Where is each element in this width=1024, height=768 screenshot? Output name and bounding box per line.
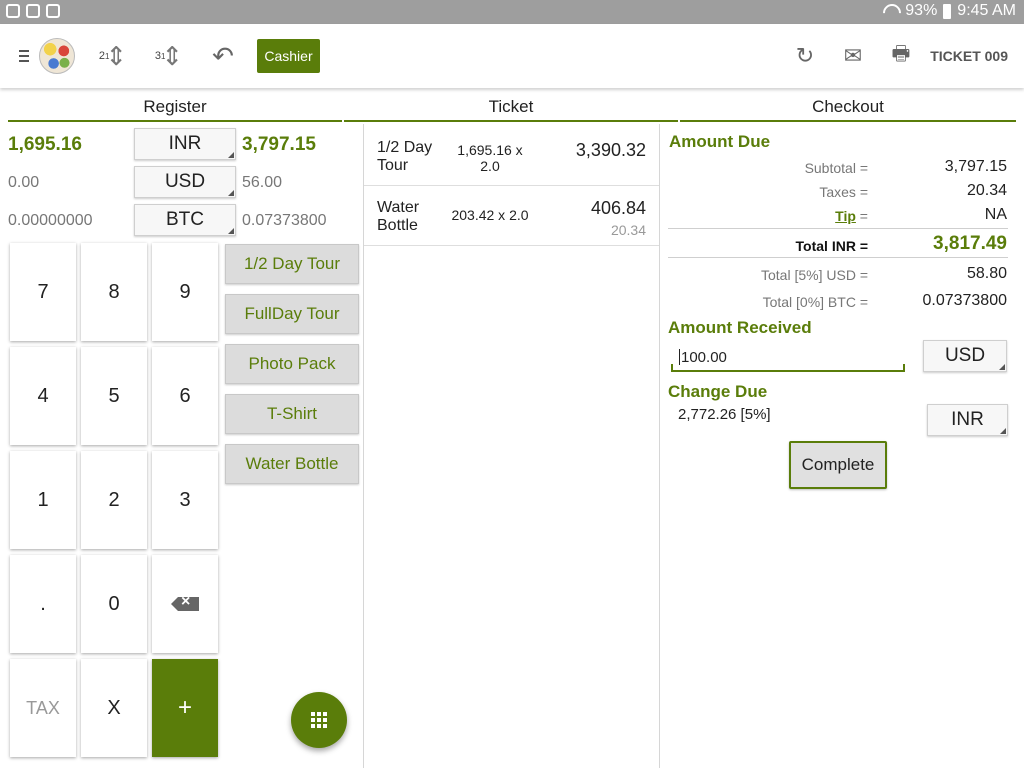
total-inr-row: Total INR = 3,817.49 xyxy=(669,233,1007,259)
item-total: 3,390.32 xyxy=(575,140,646,160)
grid-icon xyxy=(311,712,327,728)
product-half-day-tour[interactable]: 1/2 Day Tour xyxy=(225,244,359,284)
checkout-heading: Checkout xyxy=(680,94,1016,122)
divider xyxy=(659,124,660,768)
item-total: 406.84 xyxy=(590,198,646,218)
undo-icon[interactable]: ↶ xyxy=(208,24,238,88)
total-btc-value: 0.07373800 xyxy=(922,292,1007,309)
change-due-value: 2,772.26 [5%] xyxy=(678,406,771,423)
key-5[interactable]: 5 xyxy=(81,347,147,445)
avatar[interactable] xyxy=(38,24,76,88)
cashier-button[interactable]: Cashier xyxy=(257,39,320,73)
total-usd-value: 58.80 xyxy=(966,265,1007,282)
key-0[interactable]: 0 xyxy=(81,555,147,653)
text-cursor xyxy=(679,349,680,365)
usd-total-value: 56.00 xyxy=(242,174,283,191)
product-water-bottle[interactable]: Water Bottle xyxy=(225,444,359,484)
amount-received-input[interactable]: 100.00 xyxy=(671,344,905,372)
item-name: Water Bottle xyxy=(377,199,420,234)
received-currency-select[interactable]: USD xyxy=(923,340,1007,372)
key-8[interactable]: 8 xyxy=(81,243,147,341)
app-toolbar: 2 1 ⇕ 3 1 ⇕ ↶ Cashier ↻ ✉ 🖶 TICKET 009 xyxy=(0,24,1024,88)
item-tax: 20.34 xyxy=(610,222,646,238)
key-9[interactable]: 9 xyxy=(152,243,218,341)
register-row-btc: 0.00000000 BTC 0.07373800 xyxy=(8,204,334,238)
ticket-heading: Ticket xyxy=(344,94,678,122)
item-name: 1/2 Day Tour xyxy=(377,139,433,174)
ticket-number: TICKET 009 xyxy=(930,48,1008,64)
taxes-value: 20.34 xyxy=(966,182,1007,199)
tip-link[interactable]: Tip xyxy=(835,208,856,224)
total-inr-value: 3,817.49 xyxy=(933,233,1007,254)
inr-total-value: 3,797.15 xyxy=(242,134,316,155)
menu-icon[interactable] xyxy=(14,24,34,88)
subtotal-row: Subtotal = 3,797.15 xyxy=(669,157,1007,181)
sort-up-icon[interactable]: 3 1 ⇕ xyxy=(154,24,184,88)
notification-icons xyxy=(6,4,60,18)
refresh-icon[interactable]: ↻ xyxy=(790,24,820,88)
total-usd-row: Total [5%] USD = 58.80 xyxy=(669,264,1007,288)
item-price-qty: 1,695.16 x 2.0 xyxy=(457,142,523,174)
change-due-title: Change Due xyxy=(668,382,768,401)
change-currency-select[interactable]: INR xyxy=(927,404,1008,436)
backspace-key[interactable] xyxy=(152,555,218,653)
amount-due-title: Amount Due xyxy=(669,132,771,151)
backspace-icon xyxy=(171,597,199,611)
total-btc-row: Total [0%] BTC = 0.07373800 xyxy=(669,291,1007,315)
notification-icon xyxy=(6,4,20,18)
ticket-line-item[interactable]: 1/2 Day Tour 1,695.16 x 2.0 3,390.32 xyxy=(364,126,659,186)
tip-label: Tip = xyxy=(835,208,868,224)
status-bar: 93% 9:45 AM xyxy=(0,0,1024,24)
tax-key[interactable]: TAX xyxy=(10,659,76,757)
key-4[interactable]: 4 xyxy=(10,347,76,445)
btc-entered-amount: 0.00000000 xyxy=(8,212,93,229)
currency-select-btc[interactable]: BTC xyxy=(134,204,236,236)
taxes-label: Taxes = xyxy=(819,184,868,200)
product-full-day-tour[interactable]: FullDay Tour xyxy=(225,294,359,334)
register-heading: Register xyxy=(8,94,342,122)
register-row-usd: 0.00 USD 56.00 xyxy=(8,166,334,200)
sort-down-icon[interactable]: 2 1 ⇕ xyxy=(98,24,128,88)
currency-select-inr[interactable]: INR xyxy=(134,128,236,160)
subtotal-label: Subtotal = xyxy=(804,160,868,176)
divider xyxy=(668,257,1008,258)
total-btc-label: Total [0%] BTC = xyxy=(762,294,868,310)
multiply-key[interactable]: X xyxy=(81,659,147,757)
clock: 9:45 AM xyxy=(957,2,1016,19)
total-usd-label: Total [5%] USD = xyxy=(761,267,868,283)
key-decimal[interactable]: . xyxy=(10,555,76,653)
add-key[interactable]: + xyxy=(152,659,218,757)
taxes-row: Taxes = 20.34 xyxy=(669,181,1007,205)
item-price-qty: 203.42 x 2.0 xyxy=(451,207,529,223)
currency-select-usd[interactable]: USD xyxy=(134,166,236,198)
wifi-icon xyxy=(881,4,899,18)
key-6[interactable]: 6 xyxy=(152,347,218,445)
tip-row: Tip = NA xyxy=(669,205,1007,229)
product-photo-pack[interactable]: Photo Pack xyxy=(225,344,359,384)
key-3[interactable]: 3 xyxy=(152,451,218,549)
usd-entered-amount: 0.00 xyxy=(8,174,40,191)
total-inr-label: Total INR = xyxy=(795,238,868,254)
key-1[interactable]: 1 xyxy=(10,451,76,549)
key-7[interactable]: 7 xyxy=(10,243,76,341)
ticket-line-item[interactable]: Water Bottle 203.42 x 2.0 406.84 20.34 xyxy=(364,186,659,246)
products-grid-button[interactable] xyxy=(291,692,347,748)
register-row-inr: 1,695.16 INR 3,797.15 xyxy=(8,128,334,162)
product-t-shirt[interactable]: T-Shirt xyxy=(225,394,359,434)
battery-percent: 93% xyxy=(905,2,938,19)
gallery-icon xyxy=(46,4,60,18)
key-2[interactable]: 2 xyxy=(81,451,147,549)
divider xyxy=(668,228,1008,229)
btc-total-value: 0.07373800 xyxy=(242,212,327,229)
image-icon xyxy=(26,4,40,18)
amount-received-title: Amount Received xyxy=(668,318,812,337)
print-icon[interactable]: 🖶 xyxy=(886,24,916,88)
inr-entered-amount: 1,695.16 xyxy=(8,134,82,155)
subtotal-value: 3,797.15 xyxy=(944,158,1007,175)
battery-icon xyxy=(943,3,952,19)
complete-button[interactable]: Complete xyxy=(789,441,887,489)
tip-value: NA xyxy=(984,206,1007,223)
mail-icon[interactable]: ✉ xyxy=(838,24,868,88)
